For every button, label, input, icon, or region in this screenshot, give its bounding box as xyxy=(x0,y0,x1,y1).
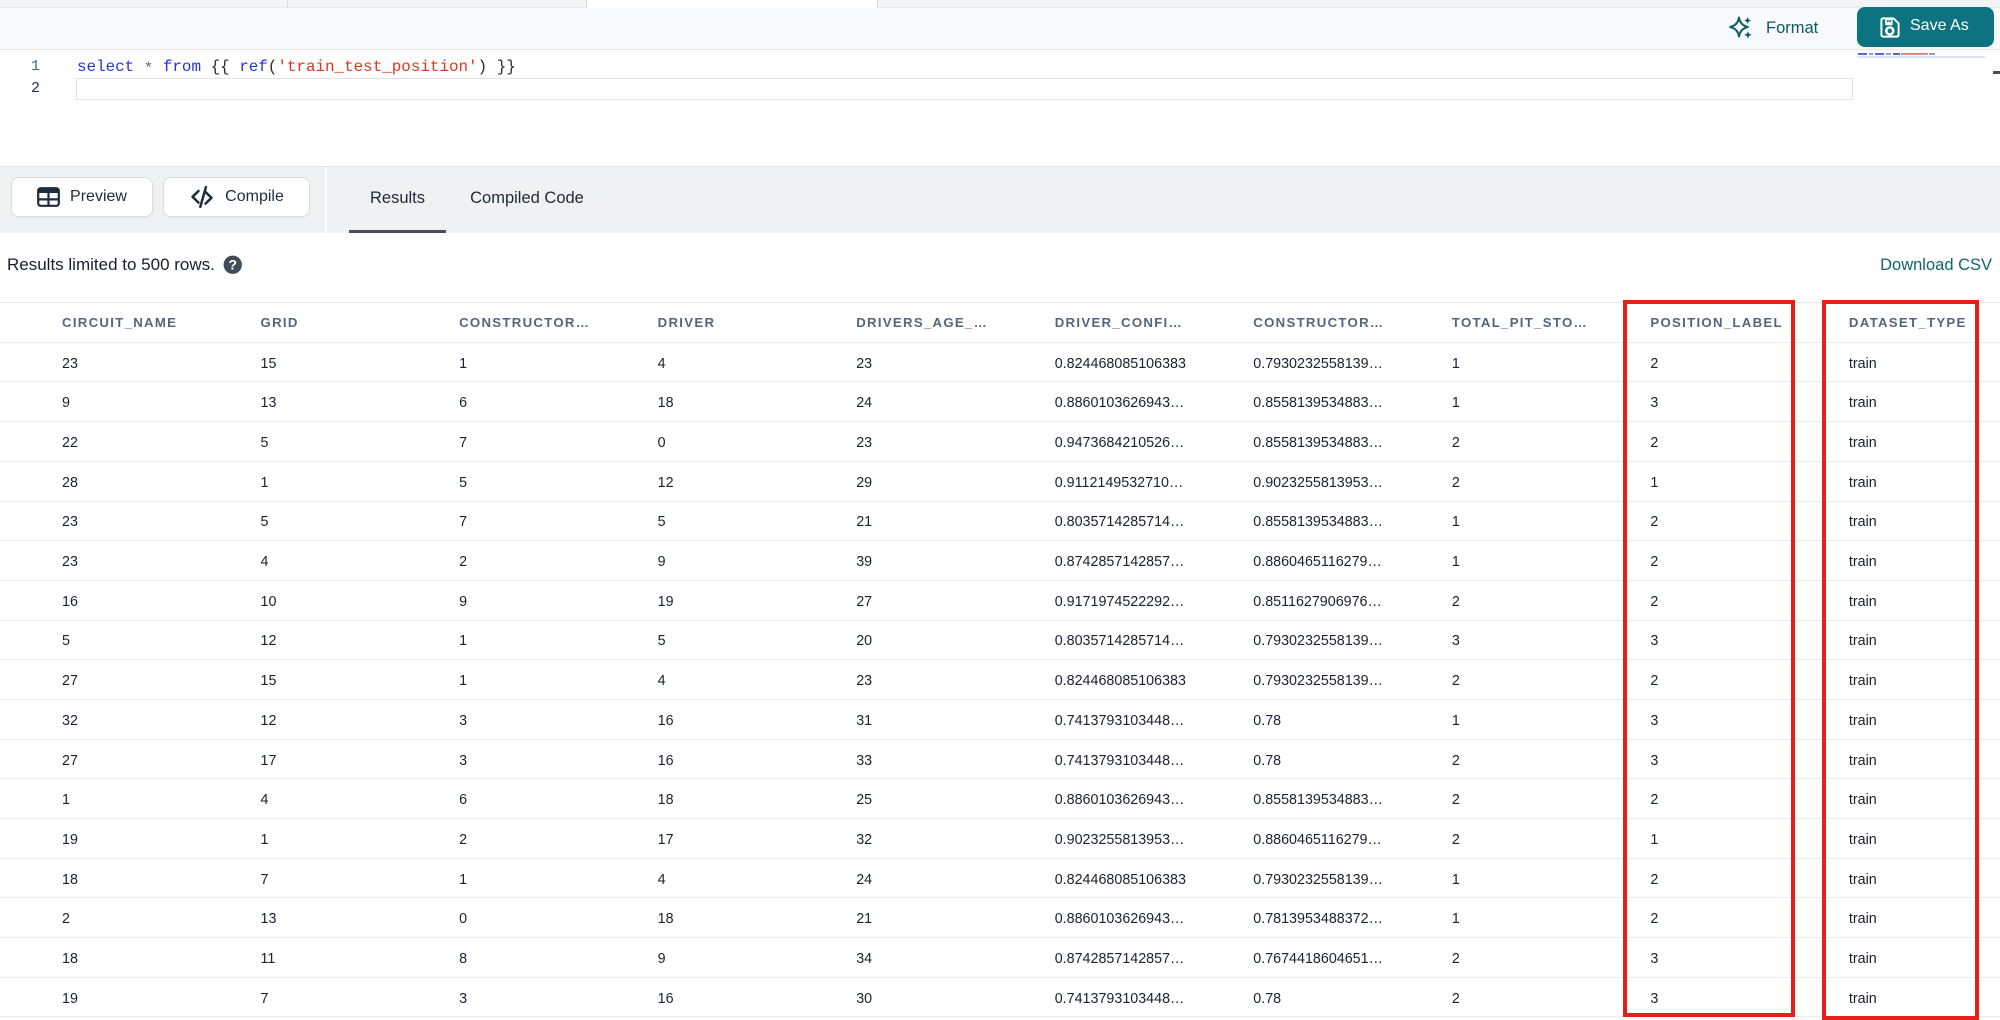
svg-text:?: ? xyxy=(228,258,237,274)
